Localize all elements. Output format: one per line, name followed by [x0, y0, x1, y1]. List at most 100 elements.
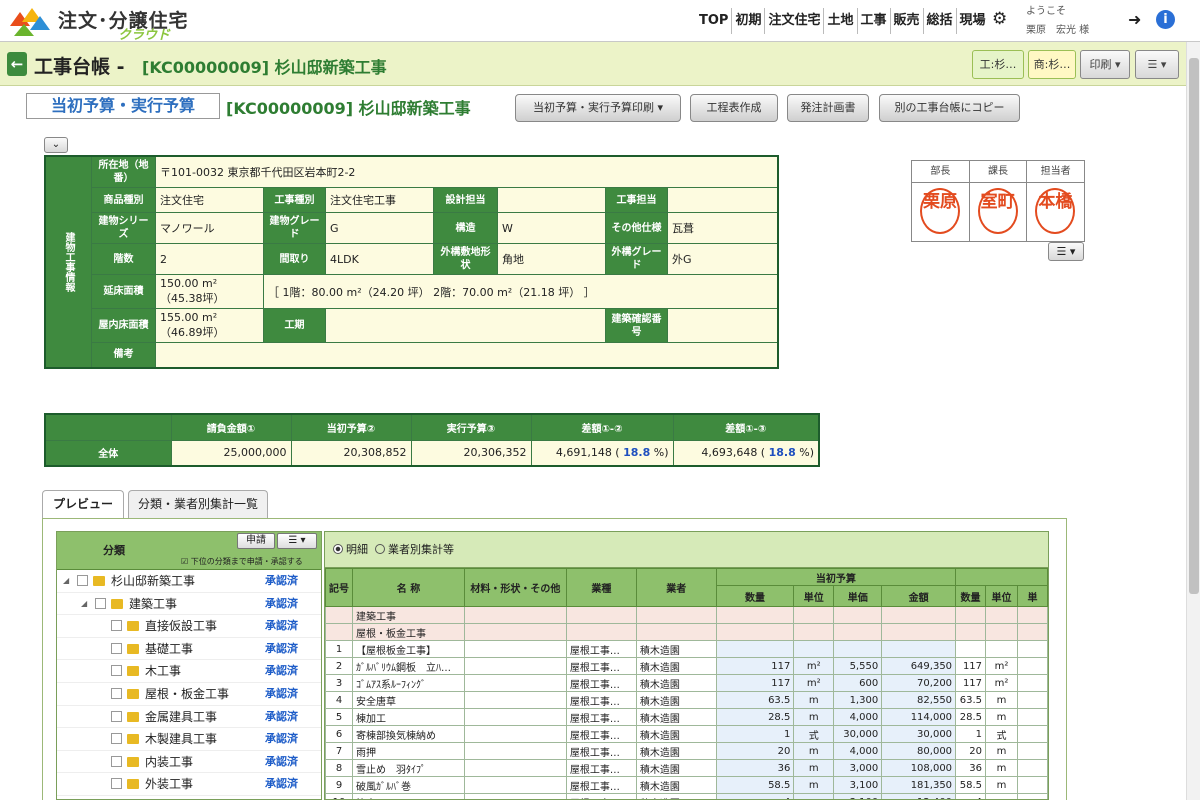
category-row[interactable]: 屋根・板金工事 — [325, 623, 1048, 641]
nav-initial[interactable]: 初期 — [732, 8, 766, 34]
seal-section-chief[interactable]: 室町 — [977, 188, 1018, 234]
page-title-code: [KC00000009] 杉山邸新築工事 — [142, 58, 387, 77]
nav-top[interactable]: TOP — [696, 8, 733, 34]
section-title: 当初予算・実行予算 — [26, 93, 220, 119]
row-material — [463, 725, 567, 743]
tree-item[interactable]: 木製建具工事 承認済 — [57, 728, 321, 751]
back-button[interactable]: ← — [7, 52, 27, 76]
tree-item[interactable]: ◢ 建築工事 承認済 — [57, 593, 321, 616]
apply-button[interactable]: 申請 — [237, 533, 275, 549]
print-button[interactable]: 印刷 ▾ — [1080, 50, 1130, 79]
tree-item-status: 承認済 — [265, 574, 298, 587]
stamp-menu-button[interactable]: ☰ ▾ — [1048, 242, 1084, 261]
stamp-header-section-chief: 課長 — [970, 161, 1028, 182]
tree-checkbox[interactable] — [77, 575, 88, 586]
tree-menu-button[interactable]: ☰ ▾ — [277, 533, 317, 549]
budget-print-button[interactable]: 当初予算・実行予算印刷 ▾ — [515, 94, 681, 122]
tree-item-label: 杉山邸新築工事 — [111, 574, 196, 588]
row-qty2: 63.5 — [955, 691, 987, 709]
tree-checkbox[interactable] — [111, 642, 122, 654]
detail-row[interactable]: 4 安全唐草 屋根工事… 積木造園 63.5 m 1,300 82,550 63.5 m — [325, 691, 1048, 709]
row-kind: 屋根工事… — [565, 657, 637, 675]
scrollbar-thumb[interactable] — [1189, 58, 1199, 594]
tree-item[interactable]: 内装工事 承認済 — [57, 751, 321, 774]
row-no: 5 — [325, 708, 353, 726]
row-qty: 58.5 — [715, 776, 795, 794]
tab-preview[interactable]: プレビュー — [42, 490, 124, 518]
detail-row[interactable]: 7 雨押 屋根工事… 積木造園 20 m 4,000 80,000 20 m — [325, 742, 1048, 760]
construction-chip[interactable]: 工:杉… — [972, 50, 1024, 79]
tree-checkbox[interactable] — [111, 710, 122, 722]
detail-row[interactable]: 2 ｶﾞﾙﾊﾞﾘｳﾑ鋼板 立ﾊ… 屋根工事… 積木造園 117 m² 5,550 649,35… — [325, 657, 1048, 675]
detail-row[interactable]: 9 破風ｶﾞﾙﾊﾞ巻 屋根工事… 積木造園 58.5 m 3,100 181,350 58.5 m — [325, 776, 1048, 794]
value-location: 〒101-0032 東京都千代田区岩本町2-2 — [155, 155, 779, 188]
tree-item[interactable]: ◢ 杉山邸新築工事 承認済 — [57, 570, 321, 593]
tree-item[interactable]: 基礎工事 承認済 — [57, 638, 321, 661]
tree-checkbox[interactable] — [95, 597, 106, 609]
page-menu-button[interactable]: ☰ ▾ — [1135, 50, 1179, 79]
page-scrollbar[interactable] — [1186, 42, 1200, 800]
detail-row[interactable]: 3 ｺﾞﾑｱｽ系ﾙｰﾌｨﾝｸﾞ 屋根工事… 積木造園 117 m² 600 70,200 117… — [325, 674, 1048, 692]
row-price2 — [1017, 708, 1048, 726]
row-no: 2 — [325, 657, 353, 675]
nav-summary[interactable]: 総括 — [924, 8, 957, 34]
product-chip[interactable]: 商:杉… — [1028, 50, 1076, 79]
row-no: 3 — [325, 674, 353, 692]
value-other-spec: 瓦葺 — [667, 212, 779, 244]
logo-icon[interactable] — [6, 4, 52, 38]
order-plan-button[interactable]: 発注計画書 — [787, 94, 869, 122]
nav-site[interactable]: 現場 — [957, 8, 989, 34]
tree-item[interactable]: 金属建具工事 承認済 — [57, 706, 321, 729]
seal-manager[interactable]: 栗原 — [920, 188, 960, 234]
detail-row[interactable]: 8 雪止め 羽ﾀｲﾌﾟ 屋根工事… 積木造園 36 m 3,000 108,000 36 m — [325, 759, 1048, 777]
value-design — [497, 187, 606, 213]
tree-item[interactable]: 木工事 承認済 — [57, 660, 321, 683]
seal-person[interactable]: 本橋 — [1035, 188, 1076, 234]
detail-row[interactable]: 5 棟加工 屋根工事… 積木造園 28.5 m 4,000 114,000 28.5 m — [325, 708, 1048, 726]
tree-item[interactable]: 屋根・板金工事 承認済 — [57, 683, 321, 706]
tree-checkbox[interactable] — [111, 665, 122, 677]
row-vendor: 積木造園 — [635, 742, 717, 760]
info-icon[interactable]: i — [1156, 10, 1175, 29]
category-tree: 分類 申請 ☰ ▾ ☑ 下位の分類まで申請・承認する ◢ 杉山邸新築工事 承認済 ◢ 建… — [56, 531, 322, 800]
value-floors: 2 — [155, 243, 264, 275]
tree-header: 分類 — [103, 544, 125, 557]
category-name: 屋根・板金工事 — [352, 623, 465, 641]
tree-item-status: 承認済 — [265, 619, 298, 633]
collapse-button[interactable]: ⌄ — [44, 137, 68, 153]
detail-row[interactable]: 1 【屋根板金工事】 屋根工事… 積木造園 — [325, 640, 1048, 658]
copy-ledger-button[interactable]: 別の工事台帳にコピー — [879, 94, 1020, 122]
expand-icon[interactable]: ◢ — [81, 593, 87, 615]
row-material — [463, 742, 567, 760]
detail-row[interactable]: 6 寄棟部換気棟納め 屋根工事… 積木造園 1 式 30,000 30,000 1 式 — [325, 725, 1048, 743]
detail-row[interactable]: 10笠木屋根工事…積木造園4m3,10012,4004m — [325, 793, 1048, 799]
tree-checkbox[interactable] — [111, 733, 122, 745]
radio-vendor-summary[interactable] — [375, 544, 385, 554]
nav-sales[interactable]: 販売 — [891, 8, 924, 34]
logout-icon[interactable]: ➜ — [1128, 10, 1141, 29]
row-no: 9 — [325, 776, 353, 794]
row-kind: 屋根工事… — [565, 776, 637, 794]
nav-construction[interactable]: 工事 — [858, 8, 891, 34]
row-qty2: 117 — [955, 657, 987, 675]
include-subcategories-checkbox[interactable]: ☑ 下位の分類まで申請・承認する — [181, 556, 303, 567]
tree-item[interactable]: 直接仮設工事 承認済 — [57, 615, 321, 638]
row-price: 4,000 — [833, 708, 883, 726]
value-floor-breakdown: ［ 1階：80.00 m²（24.20 坪） 2階：70.00 m²（21.18… — [263, 274, 779, 309]
tree-checkbox[interactable] — [111, 620, 122, 632]
nav-land[interactable]: 土地 — [824, 8, 858, 34]
schedule-button[interactable]: 工程表作成 — [690, 94, 778, 122]
expand-icon[interactable]: ◢ — [63, 570, 69, 592]
gear-icon[interactable]: ⚙ — [992, 9, 1007, 29]
label-period: 工期 — [263, 308, 326, 343]
category-row[interactable]: 建築工事 — [325, 606, 1048, 624]
nav-custom-house[interactable]: 注文住宅 — [765, 8, 825, 34]
tree-checkbox[interactable] — [111, 778, 122, 790]
row-unit2: 式 — [985, 725, 1018, 743]
tree-checkbox[interactable] — [111, 687, 122, 699]
tree-item[interactable]: 外装工事 承認済 — [57, 773, 321, 796]
tree-checkbox[interactable] — [111, 755, 122, 767]
tab-category-summary[interactable]: 分類・業者別集計一覧 — [128, 490, 268, 518]
radio-detail[interactable] — [333, 544, 343, 554]
col-price: 単価 — [833, 585, 883, 607]
